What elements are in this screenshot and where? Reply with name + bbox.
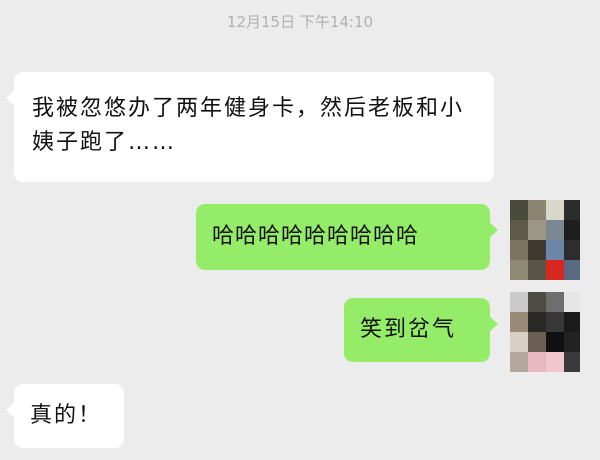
chat-window: 12月15日 下午14:10 我被忽悠办了两年健身卡，然后老板和小姨子跑了…… … (0, 0, 600, 460)
message-bubble-outgoing[interactable]: 笑到岔气 (344, 298, 498, 362)
user-avatar[interactable] (510, 200, 580, 280)
avatar-pixelated-icon (510, 200, 580, 280)
message-timestamp: 12月15日 下午14:10 (226, 13, 374, 31)
user-avatar[interactable] (510, 292, 580, 372)
message-bubble-incoming[interactable]: 真的！ (6, 384, 124, 448)
message-bubble-incoming[interactable]: 我被忽悠办了两年健身卡，然后老板和小姨子跑了…… (6, 72, 494, 182)
message-bubble-outgoing[interactable]: 哈哈哈哈哈哈哈哈哈 (196, 204, 498, 270)
avatar-pixelated-icon (510, 292, 580, 372)
